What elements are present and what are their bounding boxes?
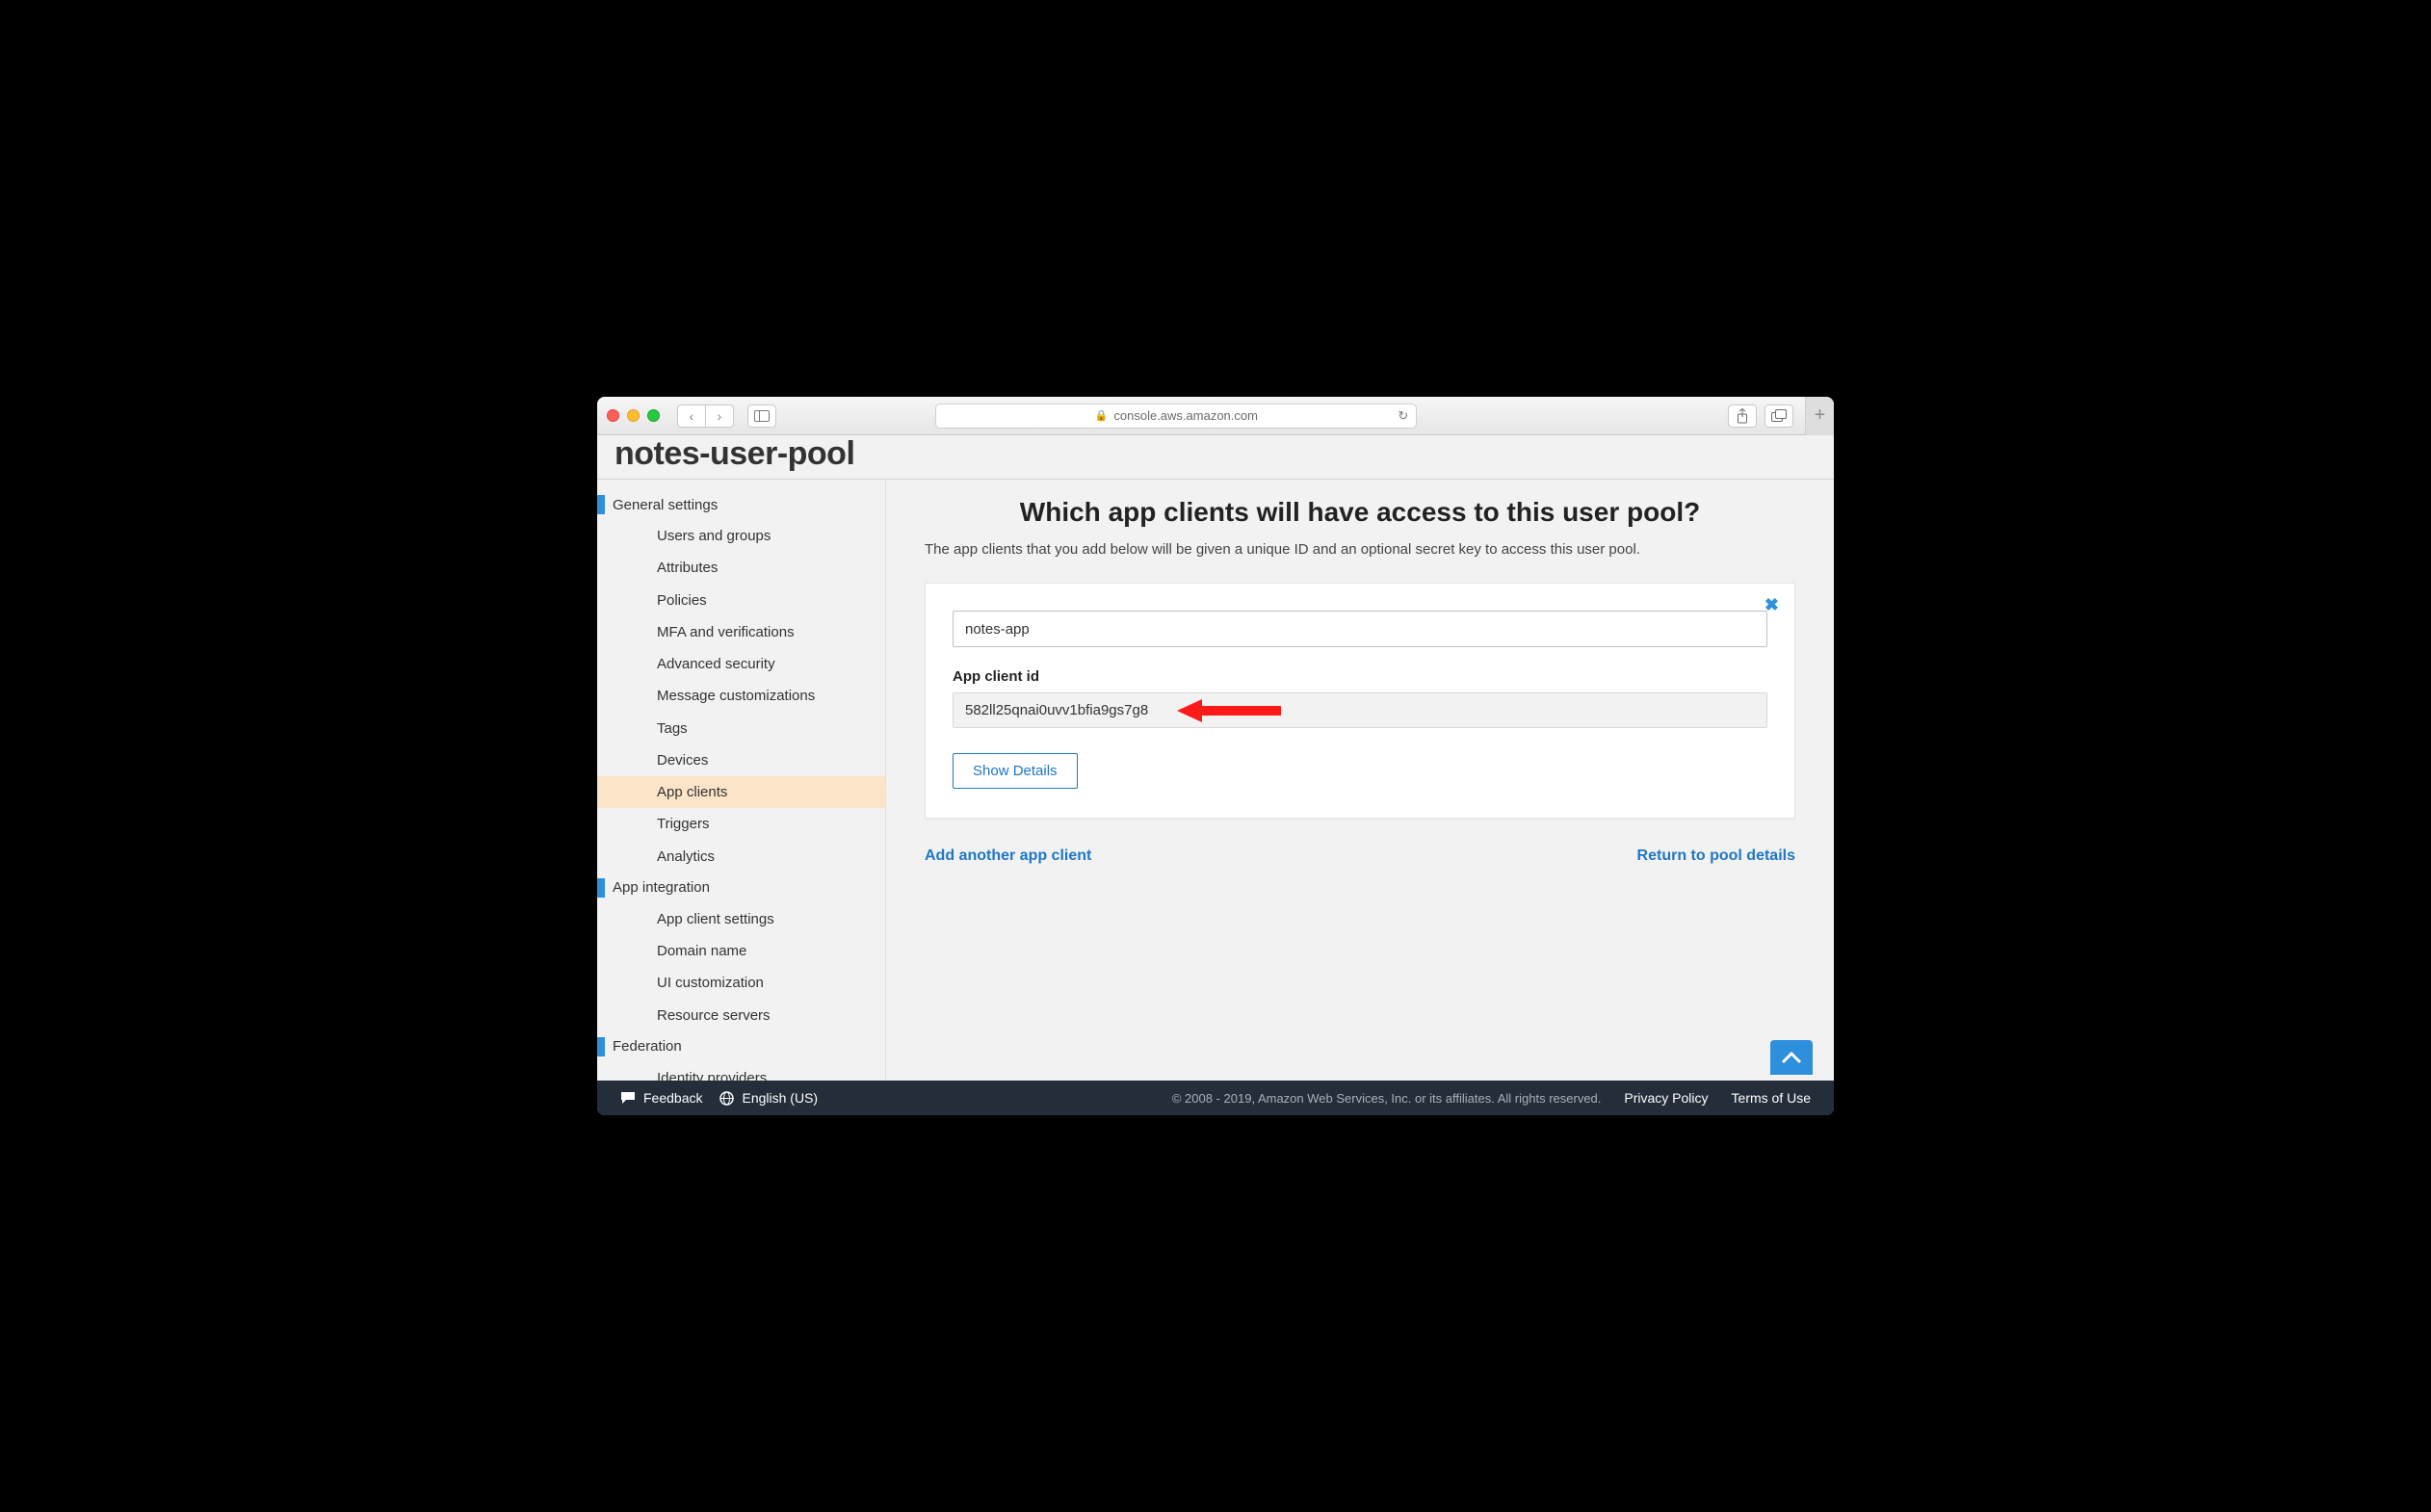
add-app-client-link[interactable]: Add another app client [925, 847, 1091, 865]
forward-button[interactable]: › [705, 404, 734, 428]
scroll-to-top-button[interactable] [1770, 1040, 1813, 1075]
nav-buttons: ‹ › [677, 404, 734, 428]
sidebar-section-app-integration[interactable]: App integration [597, 873, 885, 903]
lock-icon: 🔒 [1095, 409, 1109, 422]
address-text: console.aws.amazon.com [1113, 408, 1258, 423]
sidebar-item-users-and-groups[interactable]: Users and groups [597, 520, 885, 552]
titlebar: ‹ › 🔒 console.aws.amazon.com ↻ + [597, 397, 1834, 435]
sidebar-toggle-button[interactable] [747, 404, 776, 428]
sidebar-item-analytics[interactable]: Analytics [597, 841, 885, 873]
address-bar[interactable]: 🔒 console.aws.amazon.com ↻ [935, 404, 1417, 429]
page-header: notes-user-pool [597, 435, 1834, 480]
chat-icon [620, 1091, 636, 1105]
app-client-id-value: 582ll25qnai0uvv1bfia9gs7g8 [953, 692, 1767, 728]
window-controls [607, 409, 660, 422]
sidebar-item-tags[interactable]: Tags [597, 713, 885, 744]
language-label: English (US) [742, 1090, 818, 1106]
titlebar-right: + [1728, 397, 1824, 435]
sidebar-item-devices[interactable]: Devices [597, 744, 885, 776]
sidebar-item-triggers[interactable]: Triggers [597, 808, 885, 840]
feedback-label: Feedback [643, 1090, 702, 1106]
app-client-card: ✖ App client id 582ll25qnai0uvv1bfia9gs7… [925, 583, 1795, 819]
globe-icon [719, 1091, 734, 1106]
sidebar-item-domain-name[interactable]: Domain name [597, 935, 885, 967]
terms-of-use-link[interactable]: Terms of Use [1732, 1090, 1811, 1106]
app-client-id-label: App client id [953, 668, 1767, 685]
sidebar-item-mfa[interactable]: MFA and verifications [597, 616, 885, 648]
app-client-name-input[interactable] [953, 611, 1767, 647]
app-client-id-text: 582ll25qnai0uvv1bfia9gs7g8 [965, 702, 1148, 718]
pool-title: notes-user-pool [614, 435, 1817, 473]
sidebar-item-policies[interactable]: Policies [597, 585, 885, 616]
sidebar-item-app-clients[interactable]: App clients [597, 776, 885, 808]
main-content: Which app clients will have access to th… [886, 480, 1834, 1081]
tabs-button[interactable] [1764, 404, 1793, 428]
sidebar-section-label: Federation [613, 1038, 682, 1055]
return-pool-details-link[interactable]: Return to pool details [1637, 847, 1795, 865]
feedback-link[interactable]: Feedback [620, 1090, 702, 1106]
sidebar-section-general[interactable]: General settings [597, 489, 885, 520]
sidebar-item-attributes[interactable]: Attributes [597, 552, 885, 584]
page-subtext: The app clients that you add below will … [925, 541, 1795, 558]
sidebar-item-app-client-settings[interactable]: App client settings [597, 903, 885, 935]
sidebar-section-federation[interactable]: Federation [597, 1031, 885, 1062]
workspace: General settings Users and groups Attrib… [597, 480, 1834, 1081]
sidebar-section-label: App integration [613, 879, 710, 896]
zoom-window-button[interactable] [647, 409, 660, 422]
show-details-button[interactable]: Show Details [953, 753, 1078, 789]
sidebar-section-label: General settings [613, 497, 718, 513]
back-button[interactable]: ‹ [677, 404, 706, 428]
language-selector[interactable]: English (US) [719, 1090, 818, 1106]
footer-left: Feedback English (US) [620, 1090, 818, 1106]
section-marker-icon [597, 495, 605, 514]
sidebar: General settings Users and groups Attrib… [597, 480, 886, 1081]
sidebar-item-ui-customization[interactable]: UI customization [597, 967, 885, 999]
browser-window: ‹ › 🔒 console.aws.amazon.com ↻ + notes-u… [597, 397, 1834, 1115]
card-actions-row: Add another app client Return to pool de… [925, 847, 1795, 865]
highlight-arrow-icon [1177, 697, 1283, 724]
sidebar-item-identity-providers[interactable]: Identity providers [597, 1062, 885, 1081]
new-tab-button[interactable]: + [1805, 397, 1834, 435]
section-marker-icon [597, 1037, 605, 1056]
close-window-button[interactable] [607, 409, 619, 422]
sidebar-item-message-custom[interactable]: Message customizations [597, 680, 885, 712]
minimize-window-button[interactable] [627, 409, 640, 422]
page-heading: Which app clients will have access to th… [925, 497, 1795, 528]
sidebar-item-advanced-security[interactable]: Advanced security [597, 648, 885, 680]
sidebar-item-resource-servers[interactable]: Resource servers [597, 1000, 885, 1031]
footer-right: © 2008 - 2019, Amazon Web Services, Inc.… [1172, 1090, 1811, 1106]
privacy-policy-link[interactable]: Privacy Policy [1624, 1090, 1708, 1106]
footer: Feedback English (US) © 2008 - 2019, Ama… [597, 1081, 1834, 1115]
section-marker-icon [597, 878, 605, 898]
remove-client-button[interactable]: ✖ [1764, 595, 1779, 615]
reload-button[interactable]: ↻ [1398, 408, 1408, 424]
copyright-text: © 2008 - 2019, Amazon Web Services, Inc.… [1172, 1091, 1602, 1106]
share-button[interactable] [1728, 404, 1757, 428]
